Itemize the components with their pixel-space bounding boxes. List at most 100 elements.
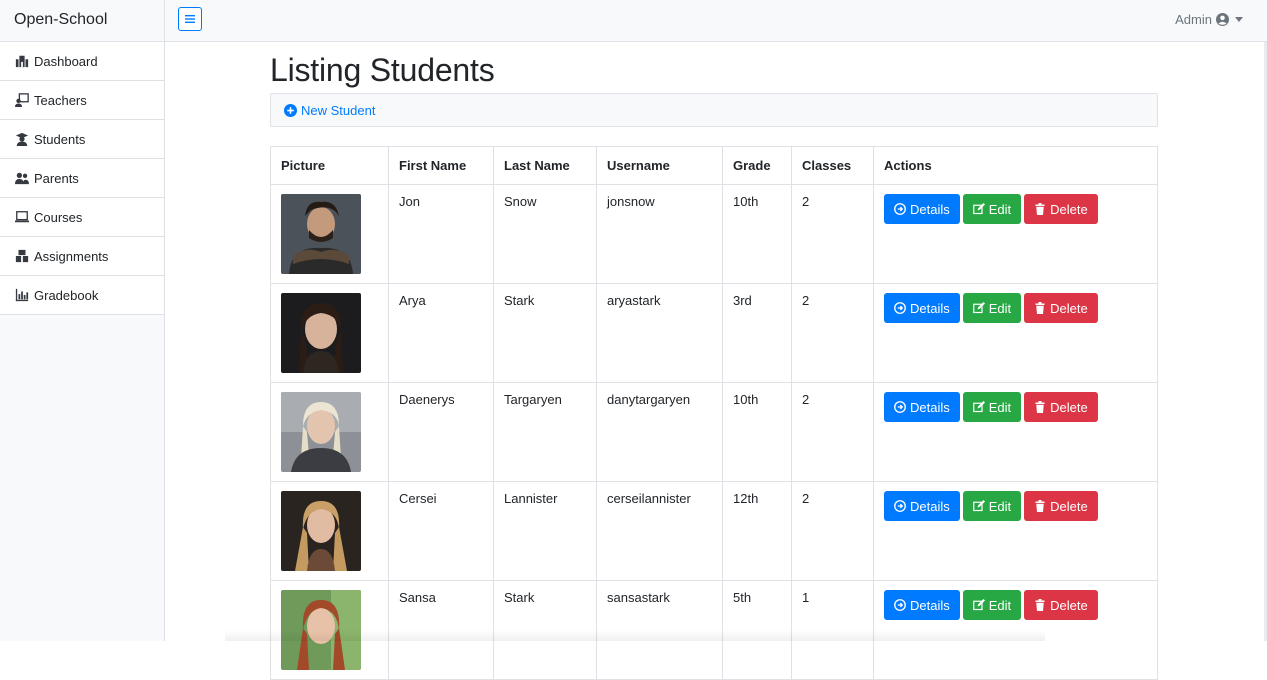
first-name-cell: Jon (388, 184, 494, 284)
trash-icon (1035, 203, 1045, 215)
arrow-circle-right-icon (894, 302, 906, 314)
edit-icon (972, 599, 985, 611)
user-menu-dropdown[interactable]: Admin (1175, 12, 1243, 27)
edit-icon (972, 401, 985, 413)
sidebar-item-dashboard[interactable]: Dashboard (0, 42, 164, 81)
sidebar-item-students[interactable]: Students (0, 120, 164, 159)
delete-button[interactable]: Delete (1024, 293, 1098, 323)
details-button[interactable]: Details (884, 392, 960, 422)
picture-cell (270, 283, 389, 383)
table-row: Arya Stark aryastark 3rd 2 Details Edit De… (270, 283, 1158, 383)
column-header-grade: Grade (722, 146, 792, 185)
student-photo (281, 194, 361, 274)
column-header-classes: Classes (791, 146, 874, 185)
username-cell: aryastark (596, 283, 723, 383)
trash-icon (1035, 599, 1045, 611)
edit-button[interactable]: Edit (962, 293, 1022, 323)
last-name-cell: Stark (493, 283, 597, 383)
edit-label: Edit (988, 597, 1012, 613)
details-label: Details (910, 498, 950, 514)
column-header-actions: Actions (873, 146, 1158, 185)
delete-button[interactable]: Delete (1024, 590, 1098, 620)
picture-cell (270, 382, 389, 482)
new-student-label: New Student (301, 102, 376, 118)
grade-cell: 10th (722, 184, 792, 284)
edit-label: Edit (988, 399, 1012, 415)
edit-icon (972, 500, 985, 512)
first-name-cell: Arya (388, 283, 494, 383)
sidebar-item-teachers[interactable]: Teachers (0, 81, 164, 120)
sidebar-item-assignments[interactable]: Assignments (0, 237, 164, 276)
arrow-circle-right-icon (894, 599, 906, 611)
sidebar-item-gradebook[interactable]: Gradebook (0, 276, 164, 315)
parents-icon (14, 171, 30, 185)
column-header-last-name: Last Name (493, 146, 597, 185)
actions-cell: Details Edit Delete (873, 481, 1158, 581)
column-header-picture: Picture (270, 146, 389, 185)
sidebar-item-label: Dashboard (34, 53, 98, 69)
grade-cell: 10th (722, 382, 792, 482)
delete-label: Delete (1050, 399, 1088, 415)
edit-icon (972, 203, 985, 215)
sidebar-item-courses[interactable]: Courses (0, 198, 164, 237)
user-circle-icon (1216, 13, 1229, 26)
delete-label: Delete (1050, 498, 1088, 514)
details-button[interactable]: Details (884, 293, 960, 323)
main-content: Listing Students New Student Picture Fir… (270, 42, 1158, 680)
user-name: Admin (1175, 12, 1212, 27)
sidebar-item-label: Gradebook (34, 287, 99, 303)
edit-button[interactable]: Edit (962, 194, 1022, 224)
new-student-link[interactable]: New Student (284, 103, 375, 118)
edit-icon (972, 302, 985, 314)
delete-button[interactable]: Delete (1024, 491, 1098, 521)
details-button[interactable]: Details (884, 491, 960, 521)
table-header-row: Picture First Name Last Name Username Gr… (270, 146, 1158, 185)
username-cell: cerseilannister (596, 481, 723, 581)
username-cell: danytargaryen (596, 382, 723, 482)
classes-cell: 2 (791, 184, 874, 284)
trash-icon (1035, 500, 1045, 512)
student-photo (281, 293, 361, 373)
edit-button[interactable]: Edit (962, 491, 1022, 521)
edit-label: Edit (988, 201, 1012, 217)
arrow-circle-right-icon (894, 500, 906, 512)
column-header-username: Username (596, 146, 723, 185)
page-title: Listing Students (270, 52, 495, 88)
edit-button[interactable]: Edit (962, 590, 1022, 620)
table-row: Cersei Lannister cerseilannister 12th 2 … (270, 481, 1158, 581)
details-label: Details (910, 201, 950, 217)
teacher-icon (14, 93, 30, 107)
bottom-shadow (225, 630, 1045, 641)
edit-label: Edit (988, 300, 1012, 316)
student-photo (281, 392, 361, 472)
edit-button[interactable]: Edit (962, 392, 1022, 422)
sidebar-toggle-button[interactable] (178, 7, 202, 31)
classes-cell: 2 (791, 382, 874, 482)
last-name-cell: Targaryen (493, 382, 597, 482)
details-label: Details (910, 597, 950, 613)
arrow-circle-right-icon (894, 401, 906, 413)
plus-circle-icon (284, 103, 297, 117)
last-name-cell: Snow (493, 184, 597, 284)
chart-icon (14, 288, 30, 302)
delete-label: Delete (1050, 201, 1088, 217)
student-icon (14, 132, 30, 146)
table-row: Jon Snow jonsnow 10th 2 Details Edit Delet… (270, 184, 1158, 284)
details-label: Details (910, 399, 950, 415)
details-label: Details (910, 300, 950, 316)
edit-label: Edit (988, 498, 1012, 514)
delete-button[interactable]: Delete (1024, 392, 1098, 422)
delete-button[interactable]: Delete (1024, 194, 1098, 224)
table-row: Daenerys Targaryen danytargaryen 10th 2 … (270, 382, 1158, 482)
grade-cell: 3rd (722, 283, 792, 383)
column-header-first-name: First Name (388, 146, 494, 185)
sidebar-item-label: Parents (34, 170, 79, 186)
details-button[interactable]: Details (884, 194, 960, 224)
brand-title[interactable]: Open-School (0, 0, 164, 42)
sidebar-item-parents[interactable]: Parents (0, 159, 164, 198)
details-button[interactable]: Details (884, 590, 960, 620)
sidebar-item-label: Assignments (34, 248, 109, 264)
picture-cell (270, 184, 389, 284)
student-photo (281, 491, 361, 571)
arrow-circle-right-icon (894, 203, 906, 215)
